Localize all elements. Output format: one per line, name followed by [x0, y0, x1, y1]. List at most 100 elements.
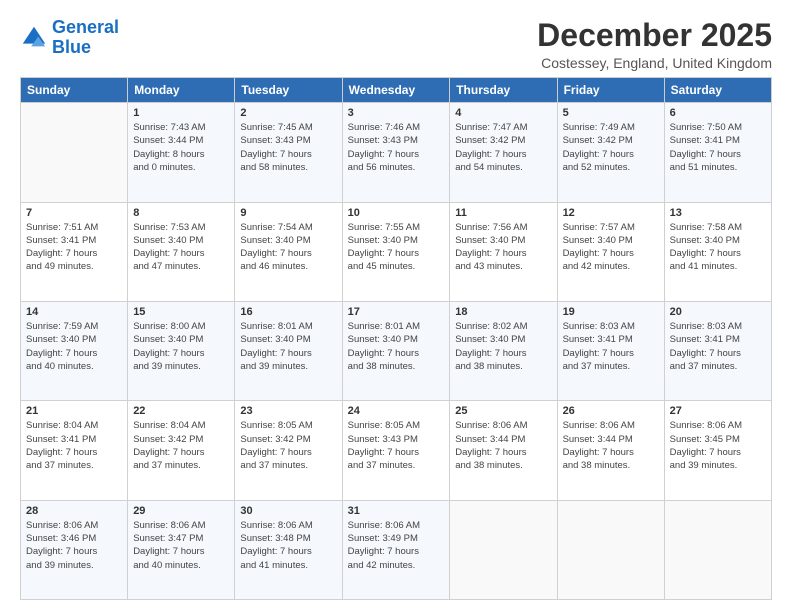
day-cell: 30Sunrise: 8:06 AMSunset: 3:48 PMDayligh… — [235, 500, 342, 599]
day-cell: 2Sunrise: 7:45 AMSunset: 3:43 PMDaylight… — [235, 103, 342, 202]
day-header-tuesday: Tuesday — [235, 78, 342, 103]
day-cell: 14 Sunrise: 7:59 AMSunset: 3:40 PMDayligh… — [21, 301, 128, 400]
day-info: Sunrise: 7:43 AMSunset: 3:44 PMDaylight:… — [133, 121, 229, 174]
day-number: 1 — [133, 107, 229, 119]
day-info: Sunrise: 7:53 AMSunset: 3:40 PMDaylight:… — [133, 221, 229, 274]
logo: General Blue — [20, 18, 119, 58]
logo-text: General Blue — [52, 18, 119, 58]
day-cell: 10 Sunrise: 7:55 AMSunset: 3:40 PMDayligh… — [342, 202, 450, 301]
day-cell: 8Sunrise: 7:53 AMSunset: 3:40 PMDaylight… — [128, 202, 235, 301]
day-number: 7 — [26, 207, 122, 219]
title-section: December 2025 Costessey, England, United… — [537, 18, 772, 71]
day-info: Sunrise: 8:06 AMSunset: 3:49 PMDaylight:… — [348, 519, 445, 572]
day-number: 18 — [455, 306, 551, 318]
day-cell: 6 Sunrise: 7:50 AMSunset: 3:41 PMDaylight… — [664, 103, 771, 202]
day-cell: 22 Sunrise: 8:04 AMSunset: 3:42 PMDayligh… — [128, 401, 235, 500]
day-info: Sunrise: 8:06 AMSunset: 3:44 PMDaylight:… — [563, 419, 659, 472]
day-number: 5 — [563, 107, 659, 119]
day-info: Sunrise: 8:01 AMSunset: 3:40 PMDaylight:… — [240, 320, 336, 373]
day-info: Sunrise: 8:05 AMSunset: 3:42 PMDaylight:… — [240, 419, 336, 472]
calendar-body: 1 Sunrise: 7:43 AMSunset: 3:44 PMDaylight… — [21, 103, 772, 600]
day-header-monday: Monday — [128, 78, 235, 103]
day-info: Sunrise: 8:04 AMSunset: 3:41 PMDaylight:… — [26, 419, 122, 472]
day-info: Sunrise: 7:56 AMSunset: 3:40 PMDaylight:… — [455, 221, 551, 274]
day-number: 31 — [348, 505, 445, 517]
day-cell — [664, 500, 771, 599]
calendar-header: SundayMondayTuesdayWednesdayThursdayFrid… — [21, 78, 772, 103]
week-row-5: 28Sunrise: 8:06 AMSunset: 3:46 PMDayligh… — [21, 500, 772, 599]
day-cell: 9 Sunrise: 7:54 AMSunset: 3:40 PMDaylight… — [235, 202, 342, 301]
day-cell: 16Sunrise: 8:01 AMSunset: 3:40 PMDayligh… — [235, 301, 342, 400]
day-cell: 24 Sunrise: 8:05 AMSunset: 3:43 PMDayligh… — [342, 401, 450, 500]
day-cell: 19 Sunrise: 8:03 AMSunset: 3:41 PMDayligh… — [557, 301, 664, 400]
day-info: Sunrise: 7:55 AMSunset: 3:40 PMDaylight:… — [348, 221, 445, 274]
day-number: 11 — [455, 207, 551, 219]
day-info: Sunrise: 8:03 AMSunset: 3:41 PMDaylight:… — [670, 320, 766, 373]
day-info: Sunrise: 7:49 AMSunset: 3:42 PMDaylight:… — [563, 121, 659, 174]
day-cell: 25Sunrise: 8:06 AMSunset: 3:44 PMDayligh… — [450, 401, 557, 500]
day-cell: 26 Sunrise: 8:06 AMSunset: 3:44 PMDayligh… — [557, 401, 664, 500]
day-cell: 21Sunrise: 8:04 AMSunset: 3:41 PMDayligh… — [21, 401, 128, 500]
logo-line2: Blue — [52, 37, 91, 57]
day-number: 13 — [670, 207, 766, 219]
week-row-3: 14 Sunrise: 7:59 AMSunset: 3:40 PMDayligh… — [21, 301, 772, 400]
header-row: SundayMondayTuesdayWednesdayThursdayFrid… — [21, 78, 772, 103]
day-info: Sunrise: 8:01 AMSunset: 3:40 PMDaylight:… — [348, 320, 445, 373]
day-info: Sunrise: 8:05 AMSunset: 3:43 PMDaylight:… — [348, 419, 445, 472]
day-info: Sunrise: 8:06 AMSunset: 3:48 PMDaylight:… — [240, 519, 336, 572]
week-row-2: 7Sunrise: 7:51 AMSunset: 3:41 PMDaylight… — [21, 202, 772, 301]
day-info: Sunrise: 8:06 AMSunset: 3:45 PMDaylight:… — [670, 419, 766, 472]
day-cell: 15Sunrise: 8:00 AMSunset: 3:40 PMDayligh… — [128, 301, 235, 400]
day-info: Sunrise: 8:02 AMSunset: 3:40 PMDaylight:… — [455, 320, 551, 373]
day-info: Sunrise: 7:57 AMSunset: 3:40 PMDaylight:… — [563, 221, 659, 274]
day-number: 24 — [348, 405, 445, 417]
day-info: Sunrise: 8:03 AMSunset: 3:41 PMDaylight:… — [563, 320, 659, 373]
day-number: 23 — [240, 405, 336, 417]
day-number: 9 — [240, 207, 336, 219]
day-number: 26 — [563, 405, 659, 417]
day-info: Sunrise: 7:50 AMSunset: 3:41 PMDaylight:… — [670, 121, 766, 174]
day-number: 15 — [133, 306, 229, 318]
day-number: 6 — [670, 107, 766, 119]
day-number: 22 — [133, 405, 229, 417]
day-info: Sunrise: 7:58 AMSunset: 3:40 PMDaylight:… — [670, 221, 766, 274]
main-title: December 2025 — [537, 18, 772, 53]
day-cell: 23 Sunrise: 8:05 AMSunset: 3:42 PMDayligh… — [235, 401, 342, 500]
day-number: 14 — [26, 306, 122, 318]
day-cell — [450, 500, 557, 599]
day-cell: 27 Sunrise: 8:06 AMSunset: 3:45 PMDayligh… — [664, 401, 771, 500]
day-cell: 31 Sunrise: 8:06 AMSunset: 3:49 PMDayligh… — [342, 500, 450, 599]
day-number: 17 — [348, 306, 445, 318]
day-cell: 13 Sunrise: 7:58 AMSunset: 3:40 PMDayligh… — [664, 202, 771, 301]
day-info: Sunrise: 7:47 AMSunset: 3:42 PMDaylight:… — [455, 121, 551, 174]
header: General Blue December 2025 Costessey, En… — [20, 18, 772, 71]
day-info: Sunrise: 8:06 AMSunset: 3:47 PMDaylight:… — [133, 519, 229, 572]
day-cell — [21, 103, 128, 202]
day-number: 27 — [670, 405, 766, 417]
day-header-friday: Friday — [557, 78, 664, 103]
day-info: Sunrise: 7:54 AMSunset: 3:40 PMDaylight:… — [240, 221, 336, 274]
day-cell: 29 Sunrise: 8:06 AMSunset: 3:47 PMDayligh… — [128, 500, 235, 599]
day-cell: 18 Sunrise: 8:02 AMSunset: 3:40 PMDayligh… — [450, 301, 557, 400]
day-header-thursday: Thursday — [450, 78, 557, 103]
day-cell: 11 Sunrise: 7:56 AMSunset: 3:40 PMDayligh… — [450, 202, 557, 301]
day-number: 19 — [563, 306, 659, 318]
day-info: Sunrise: 8:04 AMSunset: 3:42 PMDaylight:… — [133, 419, 229, 472]
day-cell — [557, 500, 664, 599]
day-header-wednesday: Wednesday — [342, 78, 450, 103]
day-cell: 3Sunrise: 7:46 AMSunset: 3:43 PMDaylight… — [342, 103, 450, 202]
day-info: Sunrise: 7:59 AMSunset: 3:40 PMDaylight:… — [26, 320, 122, 373]
subtitle: Costessey, England, United Kingdom — [537, 55, 772, 71]
day-header-saturday: Saturday — [664, 78, 771, 103]
day-number: 3 — [348, 107, 445, 119]
day-cell: 28Sunrise: 8:06 AMSunset: 3:46 PMDayligh… — [21, 500, 128, 599]
day-cell: 4 Sunrise: 7:47 AMSunset: 3:42 PMDaylight… — [450, 103, 557, 202]
day-info: Sunrise: 8:06 AMSunset: 3:44 PMDaylight:… — [455, 419, 551, 472]
day-cell: 12Sunrise: 7:57 AMSunset: 3:40 PMDayligh… — [557, 202, 664, 301]
day-number: 10 — [348, 207, 445, 219]
day-number: 29 — [133, 505, 229, 517]
week-row-4: 21Sunrise: 8:04 AMSunset: 3:41 PMDayligh… — [21, 401, 772, 500]
day-number: 4 — [455, 107, 551, 119]
day-number: 28 — [26, 505, 122, 517]
day-cell: 1 Sunrise: 7:43 AMSunset: 3:44 PMDaylight… — [128, 103, 235, 202]
